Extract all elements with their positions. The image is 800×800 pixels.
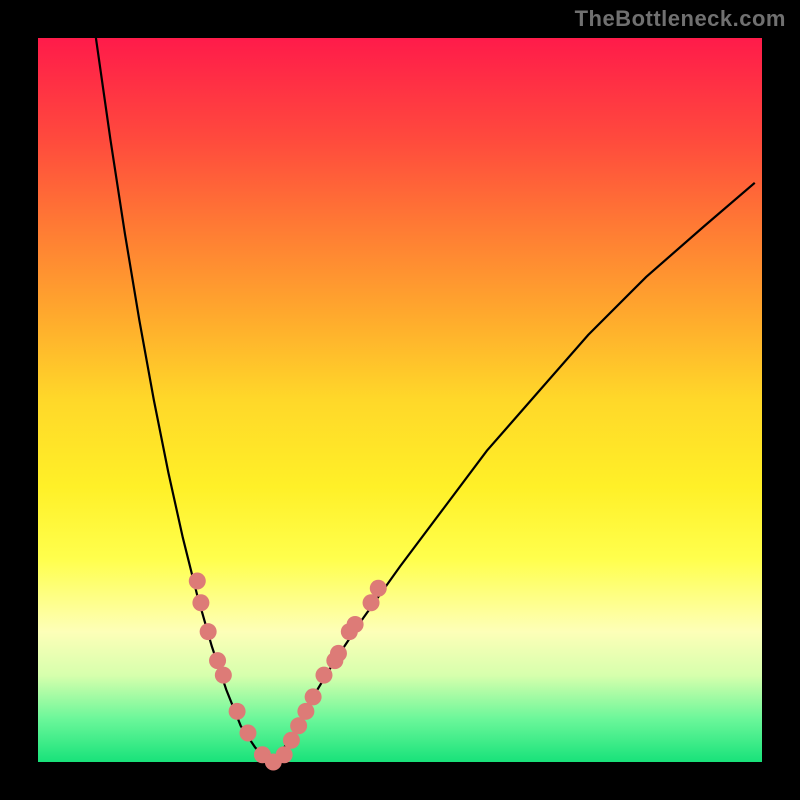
highlighted-points-group (189, 573, 387, 771)
highlight-point (370, 580, 387, 597)
highlight-point (229, 703, 246, 720)
highlight-point (189, 573, 206, 590)
highlight-point (192, 594, 209, 611)
highlight-point (330, 645, 347, 662)
highlight-point (315, 667, 332, 684)
highlight-point (200, 623, 217, 640)
highlight-point (209, 652, 226, 669)
highlight-point (305, 688, 322, 705)
highlight-point (290, 717, 307, 734)
highlight-point (276, 746, 293, 763)
highlight-point (347, 616, 364, 633)
bottleneck-curve-right (270, 183, 755, 762)
watermark-text: TheBottleneck.com (575, 6, 786, 32)
highlight-point (215, 667, 232, 684)
highlight-point (363, 594, 380, 611)
bottleneck-curve-left (96, 38, 270, 762)
chart-overlay (38, 38, 762, 762)
highlight-point (283, 732, 300, 749)
highlight-point (297, 703, 314, 720)
highlight-point (239, 725, 256, 742)
chart-stage: TheBottleneck.com (0, 0, 800, 800)
